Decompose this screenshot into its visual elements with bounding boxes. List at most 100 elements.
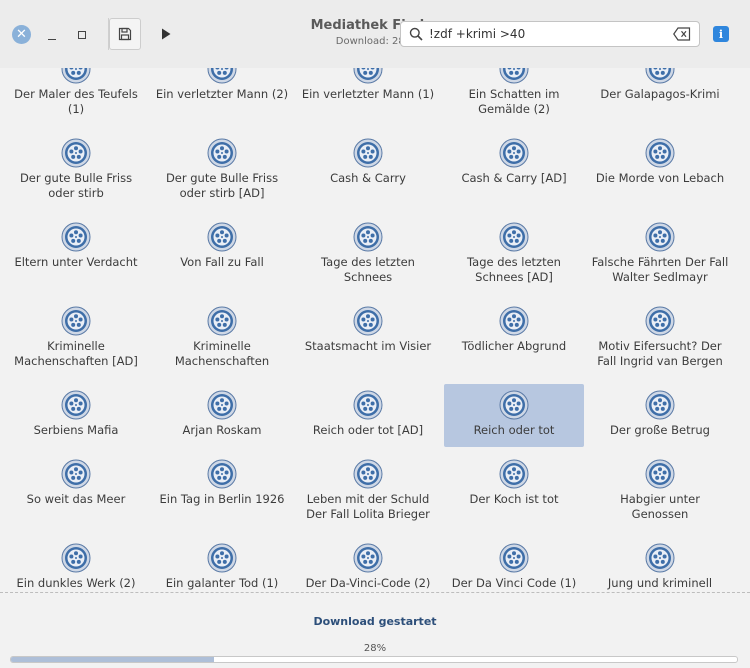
grid-item-label: So weit das Meer	[26, 492, 126, 506]
film-reel-icon	[353, 222, 383, 252]
play-button[interactable]	[154, 24, 178, 44]
grid-item-label: Tage des letzten Schnees	[321, 255, 415, 284]
grid-item[interactable]: Jung und kriminell	[590, 543, 730, 591]
grid-item[interactable]: Von Fall zu Fall	[152, 222, 292, 270]
grid-item[interactable]: Arjan Roskam	[152, 390, 292, 438]
film-reel-icon	[61, 459, 91, 489]
progress-fill	[11, 657, 215, 662]
grid-item[interactable]: Der Galapagos-Krimi	[590, 68, 730, 102]
grid-item-label: Eltern unter Verdacht	[14, 255, 138, 269]
grid-item[interactable]: Reich oder tot	[444, 384, 584, 447]
grid-divider	[0, 592, 750, 593]
grid-item[interactable]: Ein dunkles Werk (2)	[6, 543, 146, 591]
grid-item[interactable]: Kriminelle Machenschaften [AD]	[6, 306, 146, 369]
header-bar: ✕ Mediathek Finder Download: 28% !zdf +k…	[0, 0, 750, 69]
search-input[interactable]	[429, 25, 659, 43]
minimize-icon	[48, 39, 56, 40]
film-reel-icon	[353, 543, 383, 573]
film-reel-icon	[207, 68, 237, 84]
grid-item[interactable]: Ein verletzter Mann (2)	[152, 68, 292, 102]
grid-item[interactable]: Ein Tag in Berlin 1926	[152, 459, 292, 507]
grid-item-label: Habgier unter Genossen	[620, 492, 700, 521]
grid-item[interactable]: Der Da Vinci Code (1)	[444, 543, 584, 591]
grid-item[interactable]: Staatsmacht im Visier	[298, 306, 438, 354]
grid-item[interactable]: Der Koch ist tot	[444, 459, 584, 507]
film-reel-icon	[353, 390, 383, 420]
film-reel-icon	[353, 138, 383, 168]
grid-item[interactable]: Ein Schatten im Gemälde (2)	[444, 68, 584, 117]
grid-item[interactable]: Der Maler des Teufels (1)	[6, 68, 146, 117]
grid-item[interactable]: Der Da-Vinci-Code (2)	[298, 543, 438, 591]
grid-item[interactable]: Der große Betrug	[590, 390, 730, 438]
film-reel-icon	[61, 138, 91, 168]
film-reel-icon	[207, 222, 237, 252]
film-reel-icon	[353, 306, 383, 336]
search-box[interactable]	[400, 21, 700, 47]
grid-item[interactable]: Tage des letzten Schnees	[298, 222, 438, 285]
grid-item[interactable]: Ein galanter Tod (1)	[152, 543, 292, 591]
film-reel-icon	[645, 306, 675, 336]
backspace-icon[interactable]	[673, 27, 691, 41]
save-icon	[118, 27, 132, 41]
grid-item-label: Serbiens Mafia	[33, 423, 119, 437]
film-reel-icon	[645, 390, 675, 420]
save-button[interactable]	[109, 18, 141, 50]
film-reel-icon	[499, 222, 529, 252]
search-icon	[409, 27, 423, 41]
grid-item-label: Reich oder tot	[473, 423, 555, 437]
grid-item[interactable]: So weit das Meer	[6, 459, 146, 507]
grid-item-label: Ein Schatten im Gemälde (2)	[468, 87, 560, 116]
maximize-button[interactable]	[72, 25, 92, 45]
close-button[interactable]: ✕	[12, 25, 31, 44]
grid-item-label: Reich oder tot [AD]	[312, 423, 424, 437]
grid-item-label: Ein Tag in Berlin 1926	[159, 492, 285, 506]
grid-item-label: Ein verletzter Mann (1)	[301, 87, 435, 101]
grid-item-label: Motiv Eifersucht? Der Fall Ingrid van Be…	[597, 339, 723, 368]
film-reel-icon	[61, 306, 91, 336]
grid-item-label: Der gute Bulle Friss oder stirb	[19, 171, 133, 200]
grid-item[interactable]: Leben mit der Schuld Der Fall Lolita Bri…	[298, 459, 438, 522]
film-reel-icon	[499, 543, 529, 573]
grid-item-label: Ein dunkles Werk (2)	[16, 576, 136, 590]
grid-item[interactable]: Falsche Fährten Der Fall Walter Sedlmayr	[590, 222, 730, 285]
film-reel-icon	[645, 459, 675, 489]
film-reel-icon	[207, 306, 237, 336]
grid-item[interactable]: Die Morde von Lebach	[590, 138, 730, 186]
grid-item[interactable]: Der gute Bulle Friss oder stirb	[6, 138, 146, 201]
film-reel-icon	[61, 68, 91, 84]
minimize-button[interactable]	[42, 25, 62, 45]
grid-item[interactable]: Ein verletzter Mann (1)	[298, 68, 438, 102]
grid-item-label: Cash & Carry [AD]	[461, 171, 567, 185]
maximize-icon	[78, 31, 86, 39]
grid-item-label: Kriminelle Machenschaften [AD]	[14, 339, 138, 368]
film-reel-icon	[645, 543, 675, 573]
film-reel-icon	[645, 138, 675, 168]
info-button[interactable]: i	[713, 26, 729, 42]
film-reel-icon	[61, 543, 91, 573]
grid-item[interactable]: Habgier unter Genossen	[590, 459, 730, 522]
grid-item[interactable]: Serbiens Mafia	[6, 390, 146, 438]
film-reel-icon	[207, 543, 237, 573]
grid-item-label: Der große Betrug	[610, 423, 710, 437]
grid-item[interactable]: Tage des letzten Schnees [AD]	[444, 222, 584, 285]
grid-item[interactable]: Der gute Bulle Friss oder stirb [AD]	[152, 138, 292, 201]
grid-item-label: Der Koch ist tot	[469, 492, 559, 506]
grid-item[interactable]: Kriminelle Machenschaften	[152, 306, 292, 369]
grid-item[interactable]: Tödlicher Abgrund	[444, 306, 584, 354]
play-icon	[162, 28, 171, 40]
grid-item[interactable]: Motiv Eifersucht? Der Fall Ingrid van Be…	[590, 306, 730, 369]
close-icon: ✕	[16, 27, 27, 42]
grid-item[interactable]: Cash & Carry [AD]	[444, 138, 584, 186]
status-message: Download gestartet	[313, 615, 437, 628]
film-reel-icon	[499, 306, 529, 336]
grid-item[interactable]: Reich oder tot [AD]	[298, 390, 438, 438]
film-reel-icon	[645, 68, 675, 84]
grid-item-label: Der gute Bulle Friss oder stirb [AD]	[165, 171, 279, 200]
grid-item-label: Von Fall zu Fall	[180, 255, 264, 269]
grid-item-label: Der Da-Vinci-Code (2)	[305, 576, 431, 590]
grid-item[interactable]: Cash & Carry	[298, 138, 438, 186]
grid-item-label: Tage des letzten Schnees [AD]	[467, 255, 561, 284]
grid-item-label: Die Morde von Lebach	[595, 171, 725, 185]
grid-item[interactable]: Eltern unter Verdacht	[6, 222, 146, 270]
film-reel-icon	[61, 222, 91, 252]
